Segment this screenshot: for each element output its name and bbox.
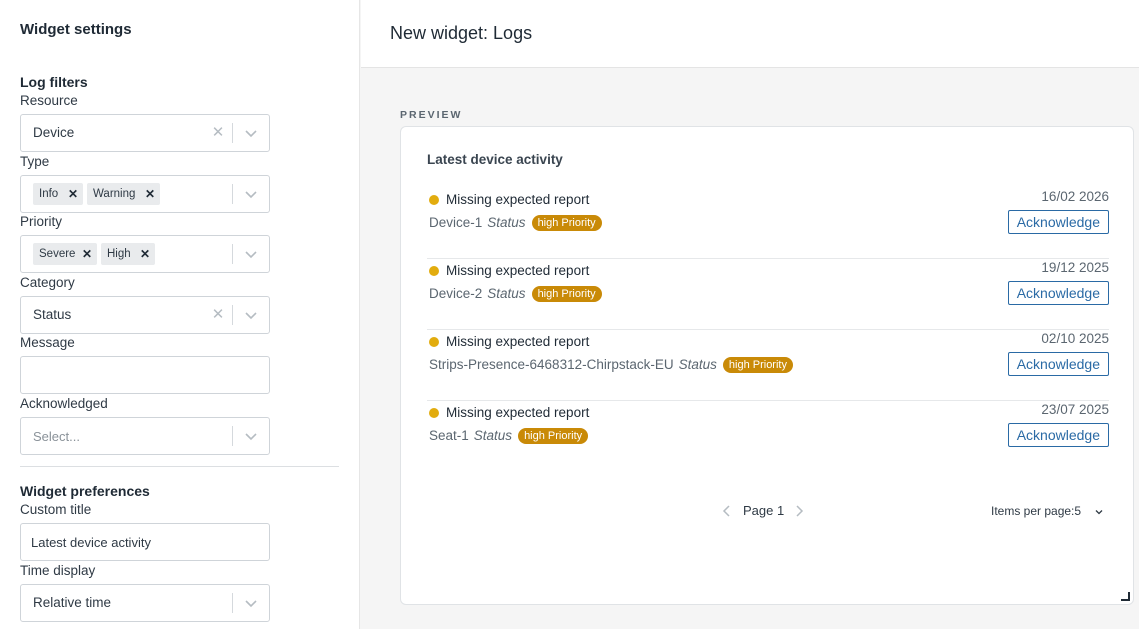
device-link[interactable]: Seat-1: [429, 428, 469, 443]
log-row: Missing expected report Device-1 Status hi…: [427, 188, 1109, 259]
priority-badge: high Priority: [518, 428, 589, 444]
select-separator: [232, 593, 233, 613]
chip-info: Info ✕: [33, 183, 83, 205]
warning-dot-icon: [429, 337, 439, 347]
warning-dot-icon: [429, 266, 439, 276]
clear-icon[interactable]: ✕: [211, 125, 225, 141]
acknowledged-placeholder: Select...: [33, 429, 80, 444]
select-separator: [232, 244, 233, 264]
time-display-select[interactable]: Relative time: [20, 584, 270, 622]
log-category: Status: [487, 215, 526, 230]
time-display-value: Relative time: [33, 595, 112, 610]
page-header: New widget: Logs: [361, 0, 1139, 68]
log-date: 19/12 2025: [1041, 260, 1109, 275]
page-title: New widget: Logs: [390, 23, 533, 43]
log-category: Status: [487, 286, 526, 301]
warning-dot-icon: [429, 408, 439, 418]
priority-badge: high Priority: [722, 357, 793, 373]
clear-icon[interactable]: ✕: [211, 307, 225, 323]
log-message: Missing expected report: [446, 263, 590, 278]
acknowledge-button[interactable]: Acknowledge: [1007, 423, 1109, 447]
preview-label: PREVIEW: [400, 109, 463, 121]
card-title: Latest device activity: [427, 152, 563, 167]
remove-chip-icon[interactable]: ✕: [82, 243, 92, 265]
log-message: Missing expected report: [446, 334, 590, 349]
message-input[interactable]: [20, 356, 270, 394]
chevron-right-icon[interactable]: [793, 504, 805, 518]
device-link[interactable]: Strips-Presence-6468312-Chirpstack-EU: [429, 357, 674, 372]
chevron-left-icon[interactable]: [721, 504, 733, 518]
select-separator: [232, 426, 233, 446]
acknowledge-button[interactable]: Acknowledge: [1007, 352, 1109, 376]
log-category: Status: [678, 357, 717, 372]
log-meta: Seat-1 Status high Priority: [429, 428, 589, 448]
priority-multiselect[interactable]: Severe ✕ High ✕: [20, 235, 270, 273]
items-per-page-value: 5: [1074, 504, 1082, 518]
acknowledged-select[interactable]: Select...: [20, 417, 270, 455]
acknowledged-label: Acknowledged: [20, 396, 108, 411]
message-label: Message: [20, 335, 75, 350]
chevron-down-icon[interactable]: [243, 428, 259, 444]
category-select[interactable]: Status ✕: [20, 296, 270, 334]
time-display-label: Time display: [20, 563, 96, 578]
resource-value: Device: [33, 125, 75, 140]
log-message: Missing expected report: [446, 405, 590, 420]
log-meta: Strips-Presence-6468312-Chirpstack-EU Sta…: [429, 357, 793, 377]
log-filters-title: Log filters: [20, 74, 88, 90]
acknowledge-button[interactable]: Acknowledge: [1007, 210, 1109, 234]
items-per-page-label: Items per page:: [991, 504, 1075, 518]
log-row: Missing expected report Seat-1 Status high…: [427, 401, 1109, 472]
widget-preferences-title: Widget preferences: [20, 483, 150, 499]
log-row: Missing expected report Device-2 Status hi…: [427, 259, 1109, 330]
type-label: Type: [20, 154, 50, 169]
custom-title-input[interactable]: Latest device activity: [20, 523, 270, 561]
remove-chip-icon[interactable]: ✕: [68, 183, 78, 205]
chip-warning: Warning ✕: [87, 183, 160, 205]
chevron-down-icon[interactable]: [243, 246, 259, 262]
page-indicator: Page 1: [743, 503, 785, 518]
chip-high: High ✕: [101, 243, 155, 265]
priority-badge: high Priority: [531, 215, 602, 231]
log-row: Missing expected report Strips-Presence-…: [427, 330, 1109, 401]
resize-handle-icon[interactable]: [1121, 592, 1130, 601]
select-separator: [232, 305, 233, 325]
type-multiselect[interactable]: Info ✕ Warning ✕: [20, 175, 270, 213]
select-separator: [232, 123, 233, 143]
resource-label: Resource: [20, 93, 78, 108]
chip-severe: Severe ✕: [33, 243, 97, 265]
priority-badge: high Priority: [531, 286, 602, 302]
log-meta: Device-2 Status high Priority: [429, 286, 602, 306]
category-value: Status: [33, 307, 72, 322]
log-message: Missing expected report: [446, 192, 590, 207]
log-date: 16/02 2026: [1041, 189, 1109, 204]
chevron-down-icon[interactable]: [243, 125, 259, 141]
priority-label: Priority: [20, 214, 63, 229]
custom-title-label: Custom title: [20, 502, 92, 517]
custom-title-value: Latest device activity: [31, 535, 151, 550]
section-divider: [20, 466, 339, 467]
preview-card: Latest device activity Missing expected …: [400, 126, 1134, 605]
acknowledge-button[interactable]: Acknowledge: [1007, 281, 1109, 305]
warning-dot-icon: [429, 195, 439, 205]
remove-chip-icon[interactable]: ✕: [145, 183, 155, 205]
chevron-down-icon[interactable]: [243, 186, 259, 202]
log-date: 02/10 2025: [1041, 331, 1109, 346]
log-meta: Device-1 Status high Priority: [429, 215, 602, 235]
chevron-down-icon[interactable]: [1093, 506, 1105, 518]
device-link[interactable]: Device-2: [429, 286, 482, 301]
device-link[interactable]: Device-1: [429, 215, 482, 230]
widget-settings-panel: Widget settings Log filters Resource Dev…: [0, 0, 360, 629]
log-date: 23/07 2025: [1041, 402, 1109, 417]
remove-chip-icon[interactable]: ✕: [140, 243, 150, 265]
items-per-page[interactable]: Items per page:5: [991, 504, 1081, 518]
category-label: Category: [20, 275, 75, 290]
resource-select[interactable]: Device ✕: [20, 114, 270, 152]
chevron-down-icon[interactable]: [243, 307, 259, 323]
chevron-down-icon[interactable]: [243, 595, 259, 611]
panel-title: Widget settings: [20, 21, 132, 38]
log-category: Status: [473, 428, 513, 443]
select-separator: [232, 184, 233, 204]
